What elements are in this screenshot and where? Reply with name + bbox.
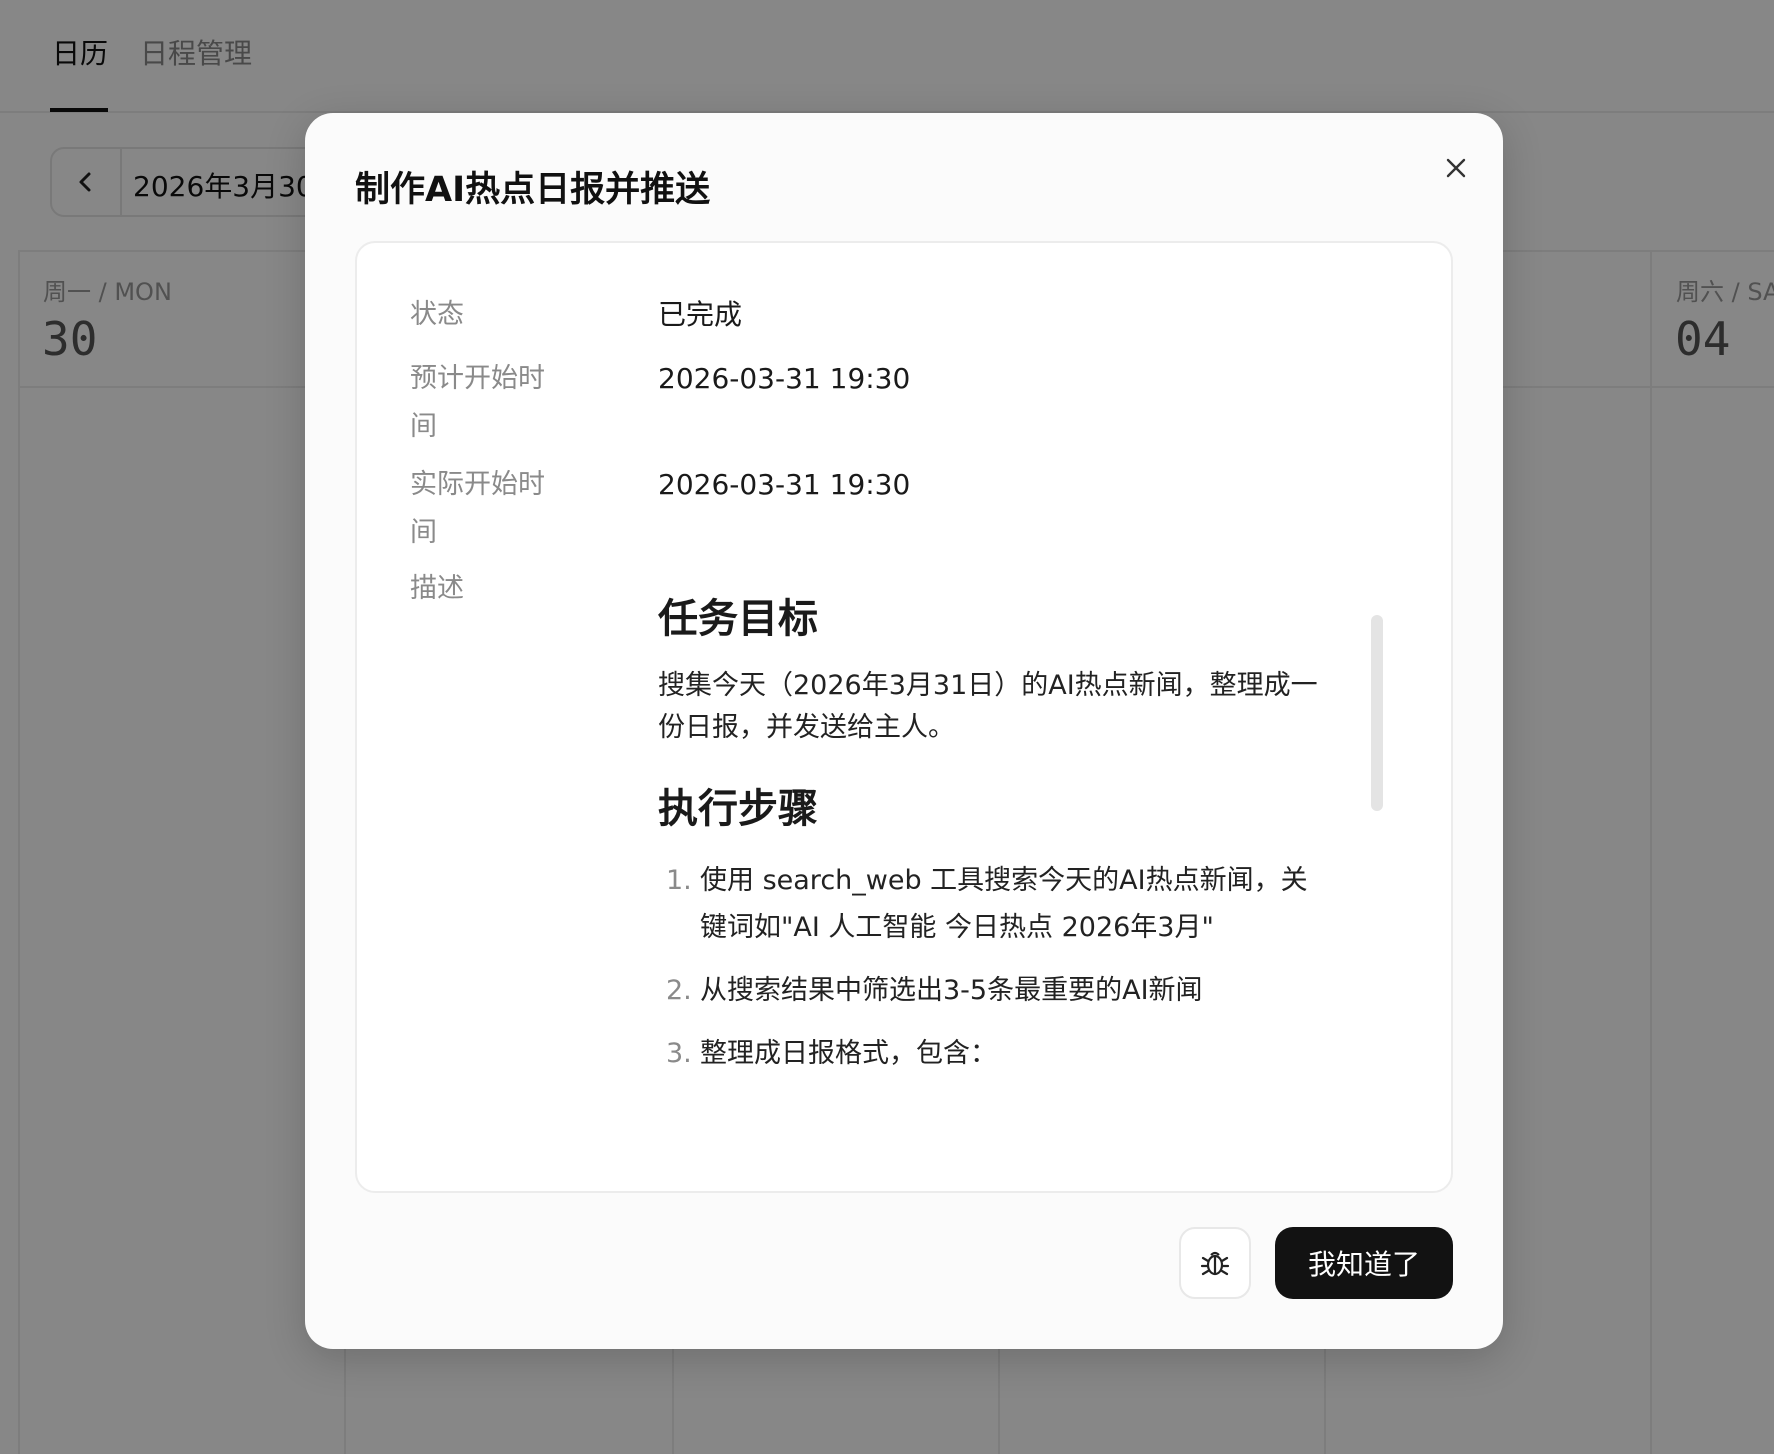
actual-start-label: 实际开始时 <box>410 469 545 500</box>
acknowledge-button[interactable]: 我知道了 <box>1275 1227 1453 1299</box>
step-text: 键词如"AI 人工智能 今日热点 2026年3月" <box>700 912 1214 943</box>
close-icon <box>1446 158 1466 178</box>
step-text: 从搜索结果中筛选出3-5条最重要的AI新闻 <box>700 975 1203 1006</box>
task-detail-dialog: 制作AI热点日报并推送 状态 已完成 预计开始时 间 2026-03-31 19… <box>305 113 1503 1349</box>
description-label: 描述 <box>410 573 464 604</box>
actual-start-label-wrap: 间 <box>410 517 437 548</box>
list-item: 3. 整理成日报格式，包含： <box>658 1030 1358 1077</box>
report-bug-button[interactable] <box>1179 1227 1251 1299</box>
step-number: 3. <box>666 1038 692 1069</box>
steps-heading: 执行步骤 <box>658 786 818 832</box>
planned-start-value: 2026-03-31 19:30 <box>658 362 911 395</box>
dialog-title: 制作AI热点日报并推送 <box>355 170 711 210</box>
step-number: 2. <box>666 975 692 1006</box>
goal-text-line: 搜集今天（2026年3月31日）的AI热点新闻，整理成一 <box>658 670 1318 701</box>
goal-heading: 任务目标 <box>658 596 818 642</box>
step-text: 整理成日报格式，包含： <box>700 1038 997 1069</box>
step-number: 1. <box>666 865 692 896</box>
bug-icon <box>1200 1251 1230 1276</box>
description-content[interactable]: 任务目标 搜集今天（2026年3月31日）的AI热点新闻，整理成一 份日报，并发… <box>658 595 1358 1191</box>
status-value: 已完成 <box>658 298 743 331</box>
task-detail-card: 状态 已完成 预计开始时 间 2026-03-31 19:30 实际开始时 间 … <box>355 241 1453 1193</box>
planned-start-label-wrap: 间 <box>410 411 437 442</box>
list-item: 2. 从搜索结果中筛选出3-5条最重要的AI新闻 <box>658 967 1358 1014</box>
actual-start-value: 2026-03-31 19:30 <box>658 468 911 501</box>
description-scrollbar[interactable] <box>1371 615 1383 811</box>
planned-start-label: 预计开始时 <box>410 363 545 394</box>
goal-text-line: 份日报，并发送给主人。 <box>658 712 955 743</box>
step-text: 使用 search_web 工具搜索今天的AI热点新闻，关 <box>700 865 1308 896</box>
status-label: 状态 <box>410 299 464 330</box>
close-button[interactable] <box>1431 143 1481 193</box>
list-item: 1. 使用 search_web 工具搜索今天的AI热点新闻，关 键词如"AI … <box>658 857 1358 951</box>
steps-list: 1. 使用 search_web 工具搜索今天的AI热点新闻，关 键词如"AI … <box>658 857 1358 1077</box>
